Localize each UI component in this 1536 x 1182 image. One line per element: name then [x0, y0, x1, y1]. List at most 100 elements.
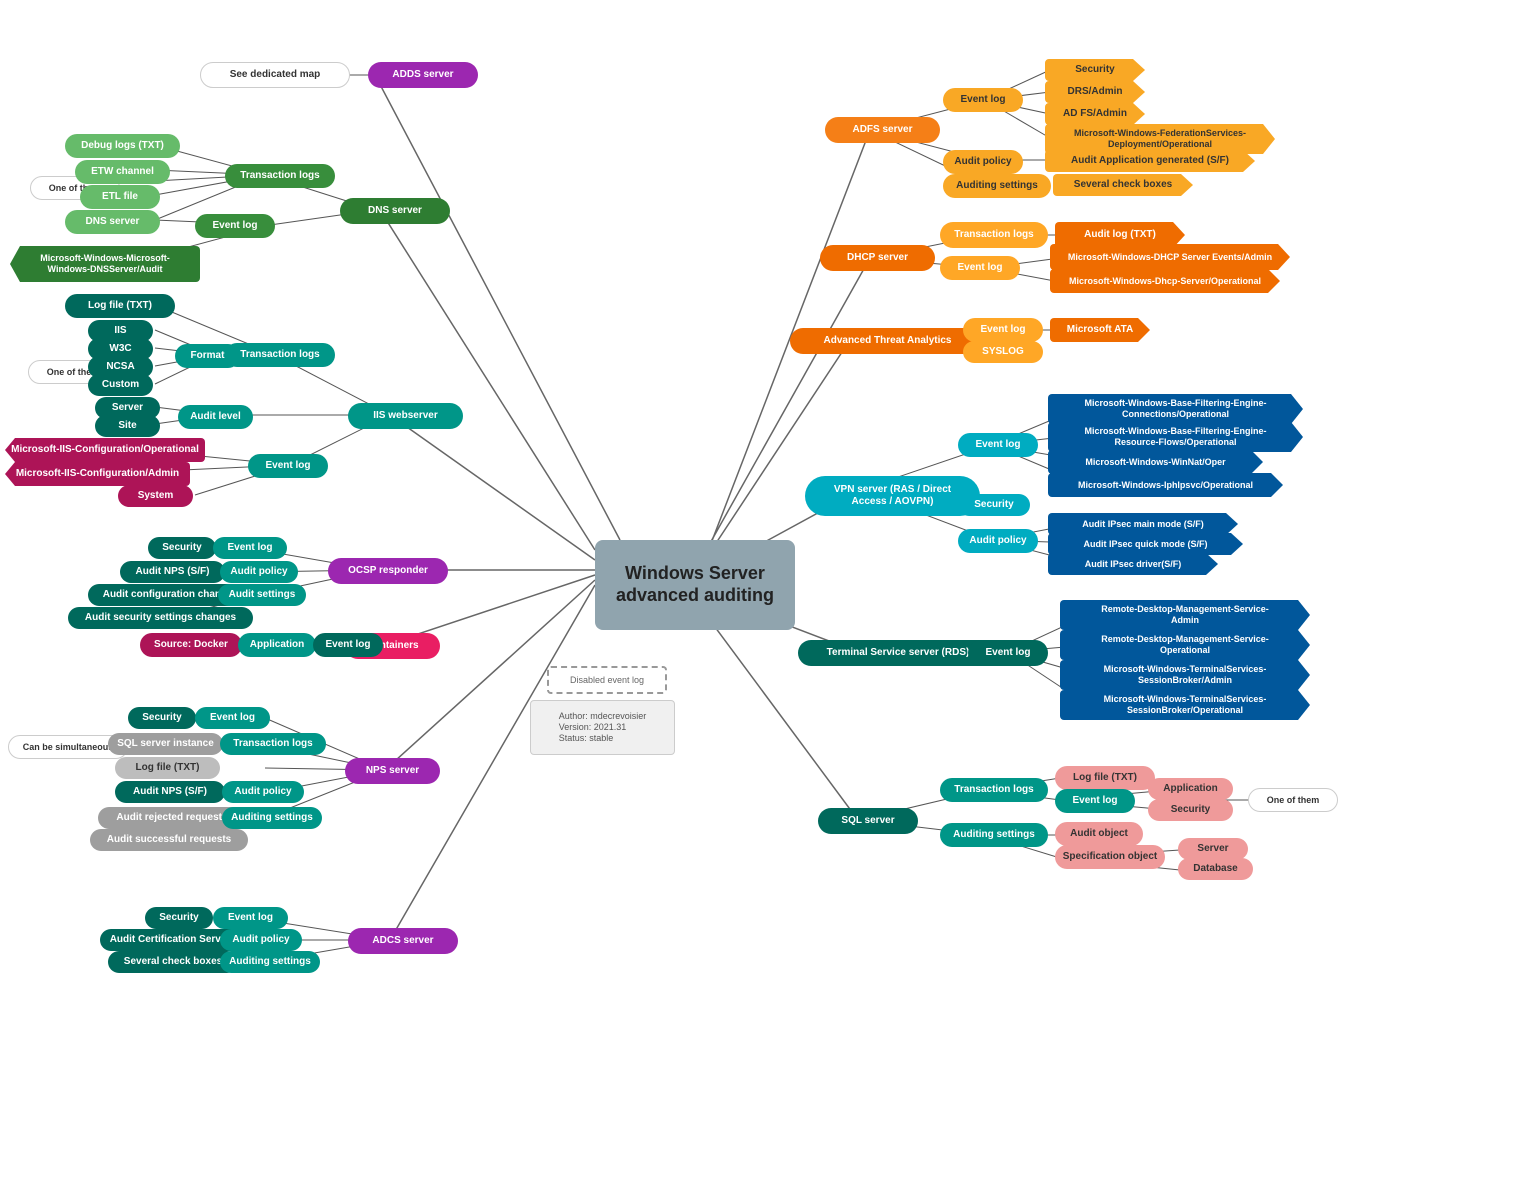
rds-rdm-admin-node: Remote-Desktop-Management-Service-Admin [1060, 600, 1310, 630]
sql-server-label: Server [1197, 843, 1228, 855]
vpn-eventlog-label: Event log [975, 439, 1020, 451]
iis-w3c-label: W3C [109, 343, 131, 355]
dns-server-label: DNS server [86, 216, 140, 228]
ocsp-security-label: Security [162, 542, 201, 554]
iis-format-label: Format [191, 350, 225, 362]
iis-label: IIS webserver [373, 410, 437, 422]
ocsp-audit-policy-label: Audit policy [230, 566, 287, 578]
adfs-audit-app-node: Audit Application generated (S/F) [1045, 150, 1255, 172]
adfs-audit-settings-node: Auditing settings [943, 174, 1051, 198]
vpn-audit-node: Audit policy [958, 529, 1038, 553]
ocsp-audit-nps-node: Audit NPS (S/F) [120, 561, 225, 583]
vpn-ms-winnat-node: Microsoft-Windows-WinNat/Oper [1048, 450, 1263, 474]
dhcp-ms-dhcp-node: Microsoft-Windows-DHCP Server Events/Adm… [1050, 244, 1290, 270]
cont-app-label: Application [250, 639, 304, 651]
dns-eventlog-node: Event log [195, 214, 275, 238]
sql-audit-settings-node: Auditing settings [940, 823, 1048, 847]
dns-etw-node: ETW channel [75, 160, 170, 184]
vpn-ms-bfe-res-label: Microsoft-Windows-Base-Filtering-Engine-… [1085, 426, 1267, 448]
dns-eventlog-label: Event log [212, 220, 257, 232]
dns-node: DNS server [340, 198, 450, 224]
ocsp-audit-policy-node: Audit policy [220, 561, 298, 583]
adfs-audit-node: Audit policy [943, 150, 1023, 174]
iis-config-op-node: Microsoft-IIS-Configuration/Operational [5, 438, 205, 462]
sql-logfile-node: Log file (TXT) [1055, 766, 1155, 790]
sql-audit-object-node: Audit object [1055, 822, 1143, 846]
sql-transaction-label: Transaction logs [954, 784, 1033, 796]
adfs-audit-settings-label: Auditing settings [956, 180, 1038, 192]
rds-rdm-op-node: Remote-Desktop-Management-Service-Operat… [1060, 630, 1310, 660]
sql-security-label: Security [1171, 804, 1210, 816]
cont-app-node: Application [238, 633, 316, 657]
adfs-audit-app-label: Audit Application generated (S/F) [1071, 155, 1229, 167]
dns-debug-node: Debug logs (TXT) [65, 134, 180, 158]
iis-config-admin-node: Microsoft-IIS-Configuration/Admin [5, 462, 190, 486]
nps-audit-settings-node: Auditing settings [222, 807, 322, 829]
ata-eventlog-label: Event log [980, 324, 1025, 336]
adfs-audit-label: Audit policy [954, 156, 1011, 168]
vpn-security-label: Security [974, 499, 1013, 511]
nps-audit-nps-label: Audit NPS (S/F) [133, 786, 207, 798]
sql-one-them-label: One of them [1267, 795, 1320, 806]
adfs-ms-label: Microsoft-Windows-FederationServices-Dep… [1074, 128, 1246, 150]
sql-app-label: Application [1163, 783, 1217, 795]
rds-label: Terminal Service server (RDS) [827, 647, 970, 659]
nps-successful-node: Audit successful requests [90, 829, 248, 851]
iis-custom-label: Custom [102, 379, 139, 391]
vpn-ipsec-main-label: Audit IPsec main mode (S/F) [1082, 519, 1204, 530]
sql-database-node: Database [1178, 858, 1253, 880]
adfs-ms-node: Microsoft-Windows-FederationServices-Dep… [1045, 124, 1275, 154]
iis-logfile-node: Log file (TXT) [65, 294, 175, 318]
iis-site-label: Site [118, 420, 136, 432]
dns-debug-label: Debug logs (TXT) [81, 140, 164, 152]
adfs-eventlog-label: Event log [960, 94, 1005, 106]
ocsp-audit-security-node: Audit security settings changes [68, 607, 253, 629]
iis-eventlog-label: Event log [265, 460, 310, 472]
ata-syslog-label: SYSLOG [982, 346, 1024, 358]
adcs-audit-policy-node: Audit policy [220, 929, 302, 951]
nps-successful-label: Audit successful requests [107, 834, 231, 846]
rds-rdm-op-label: Remote-Desktop-Management-Service-Operat… [1101, 634, 1269, 656]
sql-security-node: Security [1148, 799, 1233, 821]
nps-sql-label: SQL server instance [117, 738, 214, 750]
sql-one-them-node: One of them [1248, 788, 1338, 812]
ata-node: Advanced Threat Analytics [790, 328, 985, 354]
nps-eventlog-node: Event log [195, 707, 270, 729]
adcs-security-node: Security [145, 907, 213, 929]
nps-rejected-label: Audit rejected requests [116, 812, 227, 824]
ocsp-eventlog-label: Event log [227, 542, 272, 554]
nps-audit-nps-node: Audit NPS (S/F) [115, 781, 225, 803]
ata-syslog-node: SYSLOG [963, 341, 1043, 363]
nps-eventlog-label: Event log [210, 712, 255, 724]
dns-transaction-label: Transaction logs [240, 170, 319, 182]
dhcp-label: DHCP server [847, 252, 908, 264]
adcs-node: ADCS server [348, 928, 458, 954]
ocsp-audit-settings-label: Audit settings [229, 589, 296, 601]
rds-ms-sb-admin-node: Microsoft-Windows-TerminalServices-Sessi… [1060, 660, 1310, 690]
adcs-audit-policy-label: Audit policy [232, 934, 289, 946]
iis-config-admin-label: Microsoft-IIS-Configuration/Admin [16, 468, 179, 480]
adfs-several-node: Several check boxes [1053, 174, 1193, 196]
adfs-eventlog-node: Event log [943, 88, 1023, 112]
iis-eventlog-node: Event log [248, 454, 328, 478]
dns-ms-label: Microsoft-Windows-Microsoft-Windows-DNSS… [40, 253, 169, 275]
iis-transaction-label: Transaction logs [240, 349, 319, 361]
dns-transaction-node: Transaction logs [225, 164, 335, 188]
vpn-ms-bfe-conn-label: Microsoft-Windows-Base-Filtering-Engine-… [1085, 398, 1267, 420]
iis-audit-node: Audit level [178, 405, 253, 429]
iis-config-op-label: Microsoft-IIS-Configuration/Operational [11, 444, 199, 456]
iis-audit-label: Audit level [190, 411, 241, 423]
rds-rdm-admin-label: Remote-Desktop-Management-Service-Admin [1101, 604, 1269, 626]
sql-eventlog-node: Event log [1055, 789, 1135, 813]
nps-audit-settings-label: Auditing settings [231, 812, 313, 824]
adcs-eventlog-node: Event log [213, 907, 288, 929]
iis-system-node: System [118, 485, 193, 507]
nps-logfile-label: Log file (TXT) [136, 762, 200, 774]
sql-logfile-label: Log file (TXT) [1073, 772, 1137, 784]
ocsp-audit-security-label: Audit security settings changes [85, 612, 236, 624]
iis-custom-node: Custom [88, 374, 153, 396]
cont-source-node: Source: Docker [140, 633, 242, 657]
nps-transaction-label: Transaction logs [233, 738, 312, 750]
mindmap-canvas: Windows Server advanced auditing ADDS se… [0, 0, 1536, 1182]
see-dedicated-label: See dedicated map [230, 69, 321, 81]
